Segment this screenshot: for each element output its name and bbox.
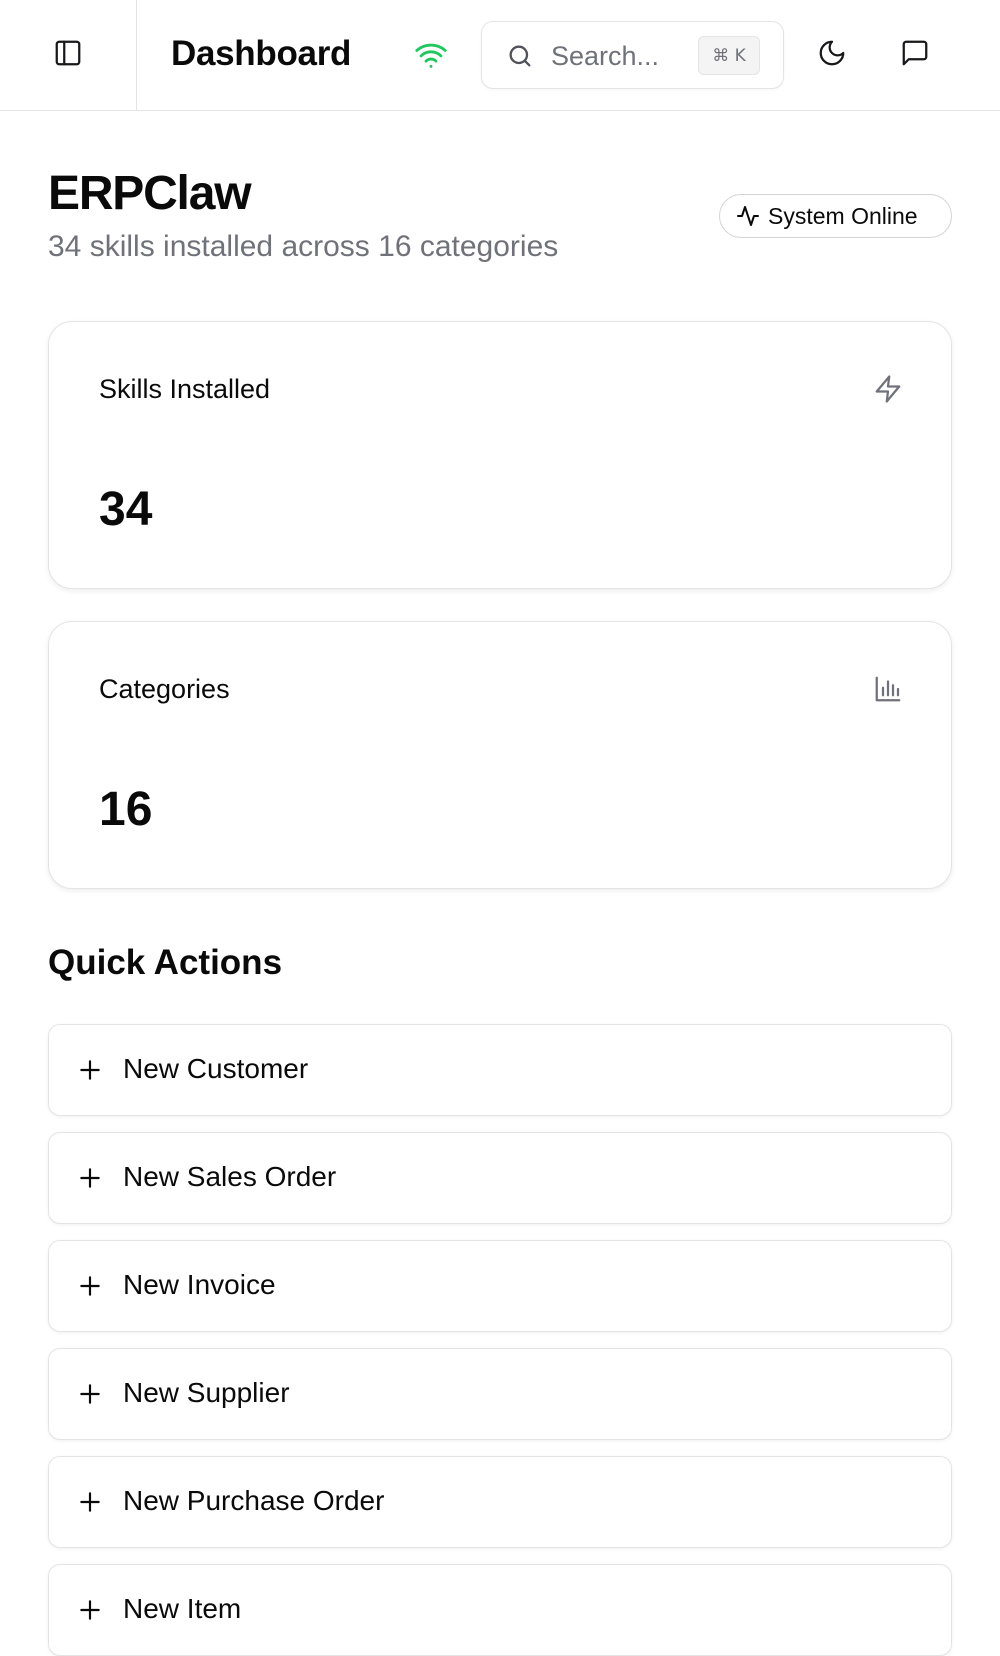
app-title: ERPClaw bbox=[48, 167, 252, 220]
bar-chart-icon bbox=[873, 674, 903, 709]
search-placeholder: Search... bbox=[551, 41, 660, 71]
theme-toggle-button[interactable] bbox=[807, 30, 857, 80]
new-supplier-button[interactable]: New Supplier bbox=[48, 1348, 952, 1440]
page-title: Dashboard bbox=[171, 34, 352, 73]
action-label: New Sales Order bbox=[123, 1161, 337, 1192]
zap-icon bbox=[873, 374, 903, 409]
wifi-icon bbox=[414, 38, 448, 72]
status-label: System Online bbox=[768, 202, 918, 229]
plus-icon bbox=[77, 1597, 103, 1628]
plus-icon bbox=[77, 1273, 103, 1304]
stat-value: 16 bbox=[99, 783, 153, 836]
sidebar-toggle-button[interactable] bbox=[0, 0, 137, 110]
plus-icon bbox=[77, 1057, 103, 1088]
app-subtitle: 34 skills installed across 16 categories bbox=[48, 230, 559, 263]
stat-card-categories: Categories 16 bbox=[48, 621, 952, 889]
top-bar: Dashboard Search... ⌘ K bbox=[0, 0, 1000, 111]
message-square-icon bbox=[900, 38, 930, 73]
stat-card-skills: Skills Installed 34 bbox=[48, 321, 952, 589]
search-shortcut-badge: ⌘ K bbox=[698, 36, 760, 75]
plus-icon bbox=[77, 1165, 103, 1196]
plus-icon bbox=[77, 1381, 103, 1412]
action-label: New Customer bbox=[123, 1053, 309, 1084]
action-label: New Purchase Order bbox=[123, 1485, 385, 1516]
status-badge: System Online bbox=[719, 194, 952, 238]
stat-label: Categories bbox=[99, 674, 230, 704]
plus-icon bbox=[77, 1489, 103, 1520]
action-label: New Item bbox=[123, 1593, 242, 1624]
new-item-button[interactable]: New Item bbox=[48, 1564, 952, 1656]
new-invoice-button[interactable]: New Invoice bbox=[48, 1240, 952, 1332]
new-purchase-order-button[interactable]: New Purchase Order bbox=[48, 1456, 952, 1548]
activity-icon bbox=[737, 206, 759, 226]
action-label: New Invoice bbox=[123, 1269, 276, 1300]
stat-label: Skills Installed bbox=[99, 374, 271, 404]
new-sales-order-button[interactable]: New Sales Order bbox=[48, 1132, 952, 1224]
quick-actions-title: Quick Actions bbox=[48, 943, 283, 982]
action-label: New Supplier bbox=[123, 1377, 290, 1408]
chat-button[interactable] bbox=[890, 30, 940, 80]
moon-icon bbox=[817, 38, 847, 73]
search-input[interactable]: Search... ⌘ K bbox=[481, 21, 784, 89]
stat-value: 34 bbox=[99, 483, 153, 536]
new-customer-button[interactable]: New Customer bbox=[48, 1024, 952, 1116]
sidebar-icon bbox=[53, 38, 83, 73]
search-icon bbox=[506, 42, 534, 75]
